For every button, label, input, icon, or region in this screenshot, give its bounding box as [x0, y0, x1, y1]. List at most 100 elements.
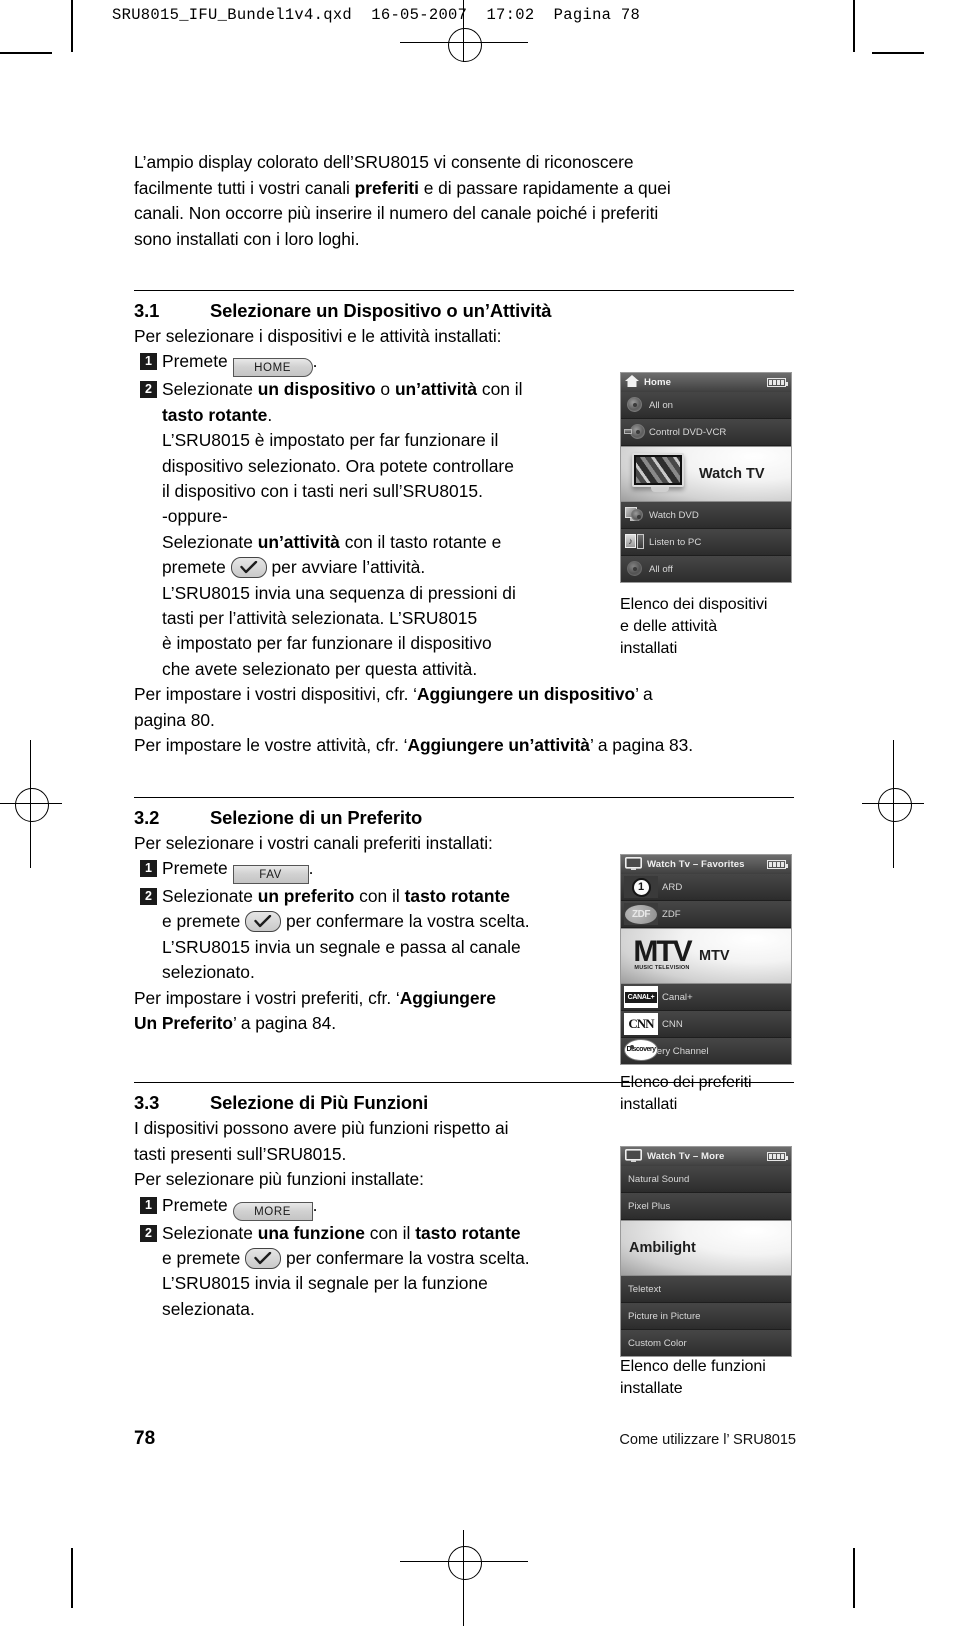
section-title-3-2: Selezione di un Preferito — [210, 806, 423, 828]
list-item[interactable]: CNN CNN — [621, 1011, 791, 1038]
step-item: 2 Selezionate un dispositivo o un’attivi… — [134, 377, 604, 682]
list-item[interactable]: Watch DVD — [621, 502, 791, 529]
crop-mark-top-left-h — [0, 52, 52, 54]
list-item-label: ARD — [662, 881, 683, 893]
para-line: con il tasto rotante e — [339, 531, 502, 552]
step-text: Premete — [162, 351, 228, 372]
section-number-3-3: 3.3 — [134, 1092, 160, 1114]
favorites-list-caption: Elenco dei preferiti installati — [620, 1072, 805, 1116]
screen-title-text: Home — [644, 377, 672, 388]
discovery-logo: Discovery — [624, 1039, 658, 1061]
section-number-3-1: 3.1 — [134, 300, 160, 321]
section-title-3-3: Selezione di Più Funzioni — [210, 1092, 429, 1114]
list-item-label: Custom Color — [628, 1337, 687, 1349]
list-item[interactable]: All off — [621, 556, 791, 582]
step-bold-tasto-rotante: tasto rotante — [415, 1222, 521, 1243]
ok-confirm-key[interactable] — [245, 911, 282, 933]
crop-mark-bottom-right-v — [853, 1548, 855, 1608]
crop-mark-top-left-v — [71, 0, 73, 52]
outro-text: ’ a pagina 83. — [589, 735, 694, 756]
ard-logo: 1 — [624, 876, 658, 898]
list-item[interactable]: Picture in Picture — [621, 1303, 791, 1330]
tv-icon — [625, 1148, 642, 1165]
list-item[interactable]: Pixel Plus — [621, 1193, 791, 1220]
list-item[interactable]: ♪ Listen to PC — [621, 529, 791, 556]
list-item[interactable]: Control DVD-VCR — [621, 419, 791, 446]
outro-bold-aggiungere-dispositivo: Aggiungere un dispositivo — [417, 684, 636, 705]
step-text: Selezionate — [162, 1222, 258, 1243]
battery-full-icon — [767, 1152, 788, 1161]
mtv-logo-subtext: MUSIC TELEVISION — [634, 965, 690, 971]
list-item[interactable]: 1 ARD — [621, 874, 791, 901]
fav-key-button[interactable]: FAV — [232, 864, 309, 884]
list-item-label: Natural Sound — [628, 1173, 690, 1185]
caption-line: installati — [620, 640, 678, 657]
checkmark-icon — [254, 915, 272, 928]
home-key-button[interactable]: HOME — [232, 358, 313, 378]
list-item-label: Listen to PC — [649, 536, 702, 548]
list-item-label: Pixel Plus — [628, 1200, 671, 1212]
step-text: e premete — [162, 1247, 241, 1268]
para-oppure: -oppure- — [162, 506, 228, 527]
list-item-label: All off — [649, 563, 673, 575]
list-item-selected[interactable]: Watch TV — [621, 446, 791, 502]
disc-icon — [624, 396, 644, 414]
para-line: che avete selezionato per questa attivit… — [162, 658, 478, 679]
step-text: con il — [354, 885, 405, 906]
section-3-1-outro: Per impostare i vostri dispositivi, cfr.… — [134, 682, 794, 758]
step-text: con il — [477, 379, 523, 400]
ok-confirm-key[interactable] — [230, 557, 267, 579]
section-number-3-2: 3.2 — [134, 806, 160, 828]
list-item-selected[interactable]: MTV MUSIC TELEVISION MTV — [621, 928, 791, 984]
more-key-button[interactable]: MORE — [232, 1201, 313, 1221]
intro-bold-preferiti: preferiti — [354, 177, 419, 198]
list-item[interactable]: ZDF ZDF — [621, 901, 791, 928]
canalplus-logo-text: CANAL+ — [624, 991, 658, 1003]
step-number-badge: 1 — [140, 859, 157, 877]
step-punctuation: . — [267, 404, 273, 425]
running-head: Come utilizzare l’ SRU8015 — [619, 1432, 796, 1448]
outro-text: Per impostare le vostre attività, cfr. ‘ — [134, 735, 408, 756]
list-item[interactable]: Natural Sound — [621, 1166, 791, 1193]
step-punctuation: . — [308, 857, 314, 878]
registration-circle-bottom — [448, 1546, 482, 1580]
para-line: L’SRU8015 è impostato per far funzionare… — [162, 430, 499, 451]
para-line: selezionato. — [162, 962, 255, 983]
dvd-icon — [624, 506, 644, 524]
step-text: Selezionate — [162, 379, 258, 400]
zdf-logo: ZDF — [624, 903, 658, 925]
ard-logo-text: 1 — [631, 877, 651, 897]
list-item[interactable]: CANAL+ Canal+ — [621, 984, 791, 1011]
para-line: L’SRU8015 invia un segnale e passa al ca… — [162, 936, 521, 957]
step-number-badge: 1 — [140, 1196, 157, 1214]
step-text: e premete — [162, 911, 241, 932]
outro-text: Per impostare i vostri dispositivi, cfr.… — [134, 684, 417, 705]
list-item[interactable]: All on — [621, 392, 791, 419]
list-item-label: CNN — [662, 1018, 683, 1030]
section-3-3-lead: I dispositivi possono avere più funzioni… — [134, 1116, 614, 1192]
screen-title-text: Watch Tv – More — [647, 1151, 725, 1162]
list-item-selected[interactable]: Ambilight — [621, 1220, 791, 1276]
section-3-1-steps: 1 Premete HOME. 2 Selezionate un disposi… — [134, 349, 604, 682]
battery-full-icon — [767, 860, 788, 869]
lead-line: I dispositivi possono avere più funzioni… — [134, 1118, 509, 1139]
lead-line: Per selezionare più funzioni installate: — [134, 1169, 424, 1190]
mtv-logo: MTV MUSIC TELEVISION — [631, 932, 693, 978]
list-item-label: Picture in Picture — [628, 1310, 701, 1322]
list-item[interactable]: Teletext — [621, 1276, 791, 1303]
list-item[interactable]: Custom Color — [621, 1330, 791, 1356]
section-divider-1 — [134, 290, 794, 291]
list-item[interactable]: Discovery Discovery Channel — [621, 1038, 791, 1064]
functions-list-caption: Elenco delle funzioni installate — [620, 1356, 805, 1400]
para-line: premete — [162, 557, 226, 578]
outro-bold-un-preferito: Un Preferito — [134, 1012, 233, 1033]
step-number-badge: 2 — [140, 381, 157, 399]
battery-full-icon — [767, 378, 788, 387]
para-line: selezionata. — [162, 1298, 255, 1319]
step-item: 2 Selezionate una funzione con il tasto … — [134, 1221, 624, 1323]
ok-confirm-key[interactable] — [245, 1247, 282, 1269]
intro-line-1: L’ampio display colorato dell’SRU8015 vi… — [134, 152, 634, 172]
functions-list-screenshot: Watch Tv – More Natural Sound Pixel Plus… — [620, 1146, 792, 1357]
step-item: 1 Premete HOME. — [134, 349, 604, 378]
step-bold-attivita: un’attività — [394, 379, 478, 400]
